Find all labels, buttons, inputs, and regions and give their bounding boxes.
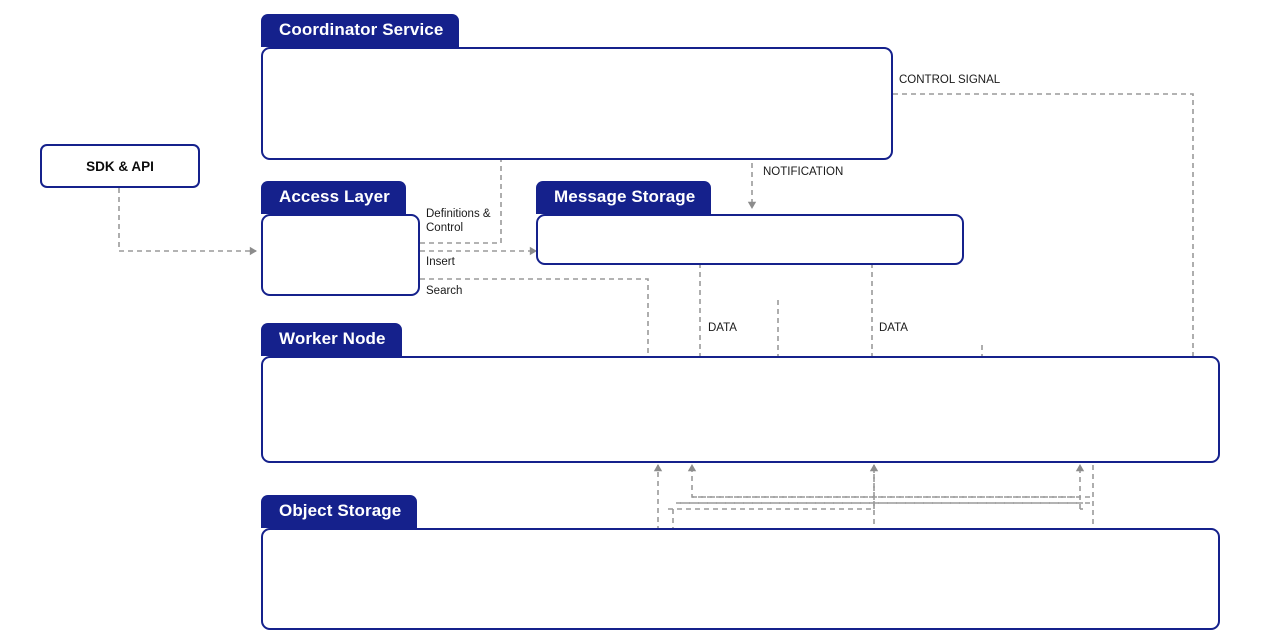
wire-label-insert: Insert xyxy=(426,256,455,268)
access-layer-body xyxy=(261,214,420,296)
architecture-diagram: SDK & API Coordinator Service Root Query… xyxy=(0,0,1280,644)
access-layer-title: Access Layer xyxy=(261,181,406,214)
group-object-storage: Object Storage Local File Sytem / Minio … xyxy=(261,495,1220,630)
wire-label-data-query: DATA xyxy=(708,322,737,334)
worker-node-body xyxy=(261,356,1220,463)
wire-datafile-to-querynode xyxy=(687,464,1090,498)
object-storage-body xyxy=(261,528,1220,630)
wire-label-data-datanode: DATA xyxy=(879,322,908,334)
wire-label-search: Search xyxy=(426,285,463,297)
message-storage-title: Message Storage xyxy=(536,181,712,214)
wire-label-control-signal: CONTROL SIGNAL xyxy=(899,74,1001,86)
coordinator-service-title: Coordinator Service xyxy=(261,14,460,47)
message-storage-body xyxy=(536,214,964,265)
wire-label-definitions-control: Definitions & Control xyxy=(426,208,491,235)
sdk-api-box[interactable]: SDK & API xyxy=(40,144,200,188)
group-message-storage: Message Storage Log Broker xyxy=(536,181,964,265)
sdk-api-label: SDK & API xyxy=(86,158,154,174)
object-storage-title: Object Storage xyxy=(261,495,418,528)
coordinator-service-body xyxy=(261,47,893,160)
wire-sdk-to-access xyxy=(118,188,257,256)
group-access-layer: Access Layer Proxy xyxy=(261,181,420,296)
worker-node-title: Worker Node xyxy=(261,323,402,356)
wire-label-notification: NOTIFICATION xyxy=(763,166,844,178)
group-worker-node: Worker Node Query Node xyxy=(261,323,1220,463)
group-coordinator-service: Coordinator Service Root Query Data Inde… xyxy=(261,14,893,160)
